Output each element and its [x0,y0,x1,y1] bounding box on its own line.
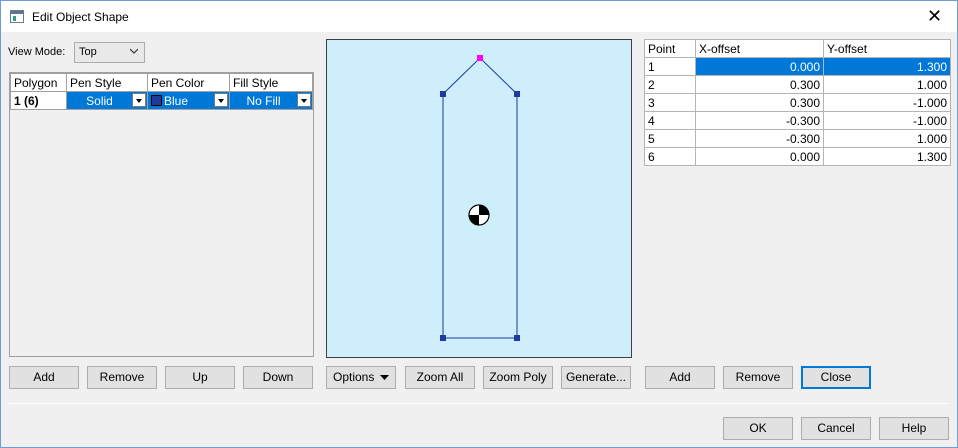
column-header-pen-style: Pen Style [66,73,148,92]
caret-down-icon [380,375,389,380]
generate-button[interactable]: Generate... [561,366,631,389]
x-offset-cell[interactable]: 0.000 [695,57,824,76]
table-row[interactable]: 1 (6) Solid Blue No Fill [10,91,313,110]
x-offset-cell[interactable]: 0.000 [695,147,824,166]
move-up-button[interactable]: Up [165,366,235,389]
column-header-x-offset: X-offset [695,39,824,58]
table-row[interactable]: 1 0.000 1.300 [644,57,951,76]
dropdown-arrow-icon[interactable] [214,93,228,107]
shape-preview-canvas[interactable] [326,39,632,358]
edit-object-shape-window: Edit Object Shape ✕ View Mode: Top Polyg… [0,0,958,448]
x-offset-cell[interactable]: 0.300 [695,93,824,112]
options-label: Options [333,370,375,384]
zoom-poly-button[interactable]: Zoom Poly [483,366,553,389]
x-offset-cell[interactable]: -0.300 [695,111,824,130]
selected-vertex-handle[interactable] [477,55,483,61]
dropdown-arrow-icon[interactable] [297,93,311,107]
pen-style-value: Solid [86,93,113,108]
help-button[interactable]: Help [879,417,949,440]
dropdown-arrow-icon[interactable] [132,93,146,107]
move-down-button[interactable]: Down [243,366,313,389]
y-offset-cell[interactable]: 1.000 [823,75,951,94]
polygon-cell[interactable]: 1 (6) [10,91,67,110]
column-header-fill-style: Fill Style [229,73,313,92]
table-row[interactable]: 2 0.300 1.000 [644,75,951,94]
polygon-grid[interactable]: Polygon Pen Style Pen Color Fill Style 1… [9,72,314,357]
color-swatch [151,94,162,106]
vertex-handle[interactable] [514,91,520,97]
view-mode-label: View Mode: [8,46,66,58]
vertex-handle[interactable] [514,335,520,341]
window-app-icon [10,10,24,23]
title-bar: Edit Object Shape ✕ [1,1,957,32]
ok-button[interactable]: OK [723,417,793,440]
point-index: 5 [644,129,696,148]
options-menu-button[interactable]: Options [326,366,396,389]
polygon-drawing [440,55,520,341]
table-row[interactable]: 4 -0.300 -1.000 [644,111,951,130]
pen-color-value: Blue [164,93,189,108]
zoom-all-button[interactable]: Zoom All [405,366,475,389]
add-point-button[interactable]: Add [645,366,715,389]
table-row[interactable]: 6 0.000 1.300 [644,147,951,166]
column-header-pen-color: Pen Color [147,73,230,92]
point-index: 1 [644,57,696,76]
view-mode-select[interactable]: Top [74,42,145,63]
vertex-handle[interactable] [440,91,446,97]
point-index: 6 [644,147,696,166]
add-polygon-button[interactable]: Add [9,366,79,389]
table-row[interactable]: 5 -0.300 1.000 [644,129,951,148]
close-polygon-button[interactable]: Close [801,366,871,389]
pen-color-dropdown[interactable]: Blue [147,91,230,110]
point-table[interactable]: Point X-offset Y-offset 1 0.000 1.300 2 … [644,39,951,166]
point-index: 4 [644,111,696,130]
window-close-icon[interactable]: ✕ [912,1,957,32]
y-offset-cell[interactable]: 1.000 [823,129,951,148]
divider [9,403,949,404]
x-offset-cell[interactable]: -0.300 [695,129,824,148]
window-title: Edit Object Shape [32,10,129,24]
chevron-down-icon [130,48,138,54]
pen-style-dropdown[interactable]: Solid [66,91,148,110]
table-row[interactable]: 3 0.300 -1.000 [644,93,951,112]
column-header-polygon: Polygon [10,73,67,92]
vertex-handle[interactable] [440,335,446,341]
point-index: 3 [644,93,696,112]
column-header-y-offset: Y-offset [823,39,951,58]
remove-polygon-button[interactable]: Remove [87,366,157,389]
y-offset-cell[interactable]: -1.000 [823,93,951,112]
y-offset-cell[interactable]: 1.300 [823,57,951,76]
column-header-point: Point [644,39,696,58]
cancel-button[interactable]: Cancel [801,417,871,440]
y-offset-cell[interactable]: 1.300 [823,147,951,166]
center-of-gravity-icon [468,204,490,226]
y-offset-cell[interactable]: -1.000 [823,111,951,130]
x-offset-cell[interactable]: 0.300 [695,75,824,94]
fill-style-value: No Fill [246,93,281,108]
polygon-outline [442,57,518,339]
polygon-grid-header: Polygon Pen Style Pen Color Fill Style [10,73,313,92]
point-table-header: Point X-offset Y-offset [644,39,951,58]
remove-point-button[interactable]: Remove [723,366,793,389]
point-index: 2 [644,75,696,94]
fill-style-dropdown[interactable]: No Fill [229,91,313,110]
view-mode-value: Top [79,46,97,58]
